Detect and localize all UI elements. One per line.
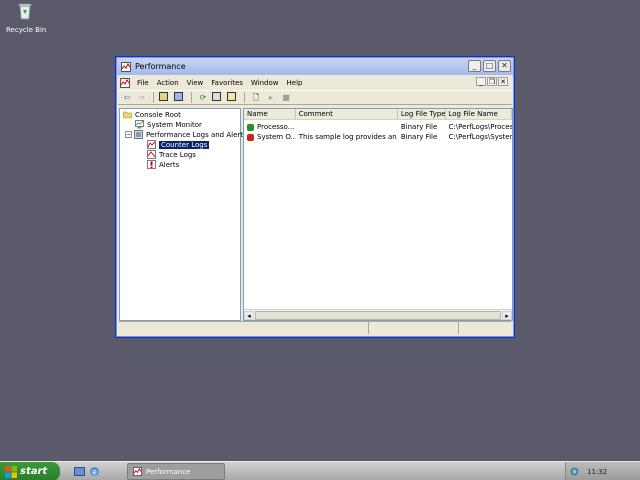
menu-bar: File Action View Favorites Window Help _… xyxy=(118,76,512,89)
internet-explorer-icon[interactable]: e xyxy=(89,466,100,477)
list-row[interactable]: System O... This sample log provides an … xyxy=(244,132,512,142)
mdi-minimize-button[interactable]: _ xyxy=(476,77,486,86)
tree-node-performance-logs[interactable]: − Performance Logs and Alerts xyxy=(125,130,247,139)
log-running-icon xyxy=(247,123,254,131)
column-header-log-file-type[interactable]: Log File Type xyxy=(398,109,446,119)
windows-logo-icon xyxy=(5,465,17,478)
status-panel xyxy=(369,322,459,334)
tree-label-trace-logs: Trace Logs xyxy=(159,150,196,159)
mdi-system-menu-icon[interactable] xyxy=(120,77,130,88)
cell-log-file-type: Binary File xyxy=(400,123,438,131)
alerts-icon xyxy=(147,160,156,169)
trace-logs-icon xyxy=(147,150,156,159)
status-panel xyxy=(459,322,509,334)
tree-node-counter-logs[interactable]: Counter Logs xyxy=(147,140,210,149)
tree-node-console-root[interactable]: Console Root xyxy=(123,110,181,119)
export-list-icon[interactable] xyxy=(212,91,224,104)
performance-window: Performance _ □ ✕ File Action View Favor… xyxy=(115,56,515,338)
toolbar-separator xyxy=(244,92,245,103)
counter-logs-icon xyxy=(147,140,156,149)
details-list: Name Comment Log File Type Log File Name… xyxy=(243,108,513,321)
menu-view[interactable]: View xyxy=(183,79,208,87)
scroll-right-arrow-icon[interactable]: ▸ xyxy=(502,311,512,320)
new-log-settings-icon[interactable]: 🗋 xyxy=(250,92,262,104)
back-arrow-icon[interactable]: ⇦ xyxy=(121,92,133,104)
toolbar-separator xyxy=(153,92,154,103)
status-panel xyxy=(119,322,369,334)
toolbar-separator xyxy=(191,92,192,103)
cell-log-file-name: C:\PerfLogs\Proces... xyxy=(448,123,512,131)
network-icon[interactable] xyxy=(570,467,579,476)
mdi-close-button[interactable]: ✕ xyxy=(498,77,508,86)
collapse-toggle[interactable]: − xyxy=(125,131,132,138)
log-stopped-icon xyxy=(247,133,254,141)
show-tree-icon[interactable] xyxy=(174,91,186,104)
tree-label-alerts: Alerts xyxy=(159,160,180,169)
mdi-restore-button[interactable]: ❐ xyxy=(487,77,497,86)
column-header-name[interactable]: Name xyxy=(244,109,296,119)
scrollbar-thumb[interactable] xyxy=(255,311,501,320)
close-button[interactable]: ✕ xyxy=(498,60,511,72)
list-header: Name Comment Log File Type Log File Name xyxy=(244,109,512,120)
recycle-bin-icon xyxy=(18,3,32,20)
menu-help[interactable]: Help xyxy=(283,79,307,87)
column-header-comment[interactable]: Comment xyxy=(296,109,398,119)
cell-log-file-name: C:\PerfLogs\System... xyxy=(448,133,512,141)
stop-log-icon[interactable]: ■ xyxy=(280,92,292,104)
menu-file[interactable]: File xyxy=(133,79,153,87)
window-title: Performance xyxy=(135,62,186,71)
cell-name: System O... xyxy=(257,133,296,141)
svg-text:e: e xyxy=(92,468,97,477)
status-bar xyxy=(119,321,511,334)
scroll-left-arrow-icon[interactable]: ◂ xyxy=(244,311,254,320)
cell-name: Processo... xyxy=(257,123,295,131)
maximize-button[interactable]: □ xyxy=(483,60,496,72)
minimize-button[interactable]: _ xyxy=(468,60,481,72)
tree-node-system-monitor[interactable]: System Monitor xyxy=(135,120,202,129)
start-button[interactable]: start xyxy=(0,462,60,480)
recycle-bin-label: Recycle Bin xyxy=(6,26,47,34)
taskbar-button-label: Performance xyxy=(146,467,191,476)
start-log-icon[interactable]: ▸ xyxy=(265,92,277,104)
performance-logs-icon xyxy=(134,130,143,139)
folder-icon xyxy=(123,111,132,119)
menu-favorites[interactable]: Favorites xyxy=(207,79,247,87)
tree-label-counter-logs: Counter Logs xyxy=(159,140,210,149)
toolbar: ⇦ ⇨ ⟳ 🗋 ▸ ■ xyxy=(118,90,512,105)
start-label: start xyxy=(20,466,48,477)
system-tray: 11:32 xyxy=(565,462,640,480)
cell-log-file-type: Binary File xyxy=(400,133,438,141)
tree-node-alerts[interactable]: Alerts xyxy=(147,160,179,169)
menu-window[interactable]: Window xyxy=(247,79,283,87)
menu-action[interactable]: Action xyxy=(153,79,183,87)
tree-label-system-monitor: System Monitor xyxy=(147,120,202,129)
list-row[interactable]: Processo... Binary File C:\PerfLogs\Proc… xyxy=(244,122,512,132)
system-monitor-icon xyxy=(135,120,144,129)
taskbar: start e Performance EN 11:32 xyxy=(0,461,640,480)
console-tree: Console Root System Monitor − Performanc… xyxy=(119,108,247,321)
column-header-log-file-name[interactable]: Log File Name xyxy=(446,109,512,119)
help-icon[interactable] xyxy=(227,91,239,104)
forward-arrow-icon[interactable]: ⇨ xyxy=(136,92,148,104)
recycle-bin-desktop-icon[interactable]: Recycle Bin xyxy=(6,2,47,34)
show-desktop-icon[interactable] xyxy=(74,466,85,477)
taskbar-button-performance[interactable]: Performance xyxy=(127,463,225,480)
refresh-icon[interactable]: ⟳ xyxy=(197,92,209,104)
tree-label-performance-logs: Performance Logs and Alerts xyxy=(146,130,247,139)
tree-label-console-root: Console Root xyxy=(135,110,181,119)
horizontal-scrollbar[interactable]: ◂ ▸ xyxy=(244,309,512,320)
clock[interactable]: 11:32 xyxy=(587,468,607,476)
cell-comment: This sample log provides an o... xyxy=(298,133,398,141)
performance-app-icon xyxy=(121,61,131,72)
window-titlebar[interactable]: Performance _ □ ✕ xyxy=(117,58,513,75)
performance-app-icon xyxy=(133,467,142,476)
tree-node-trace-logs[interactable]: Trace Logs xyxy=(147,150,196,159)
up-folder-icon[interactable] xyxy=(159,91,171,104)
